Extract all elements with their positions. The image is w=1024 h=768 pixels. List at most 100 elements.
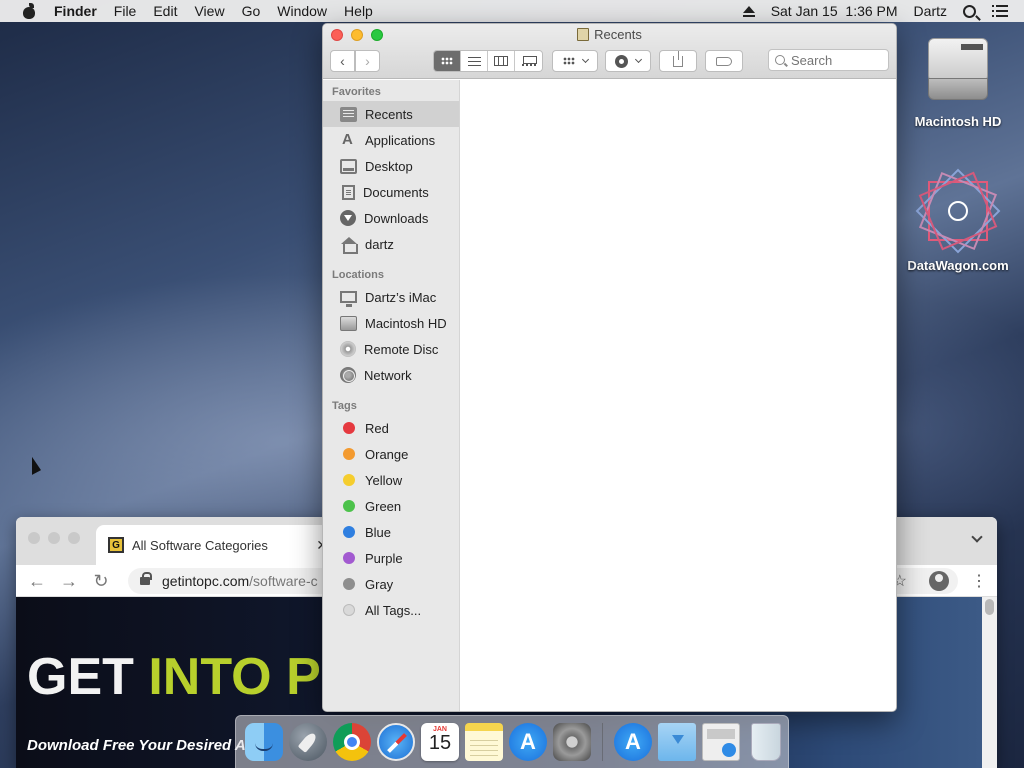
sidebar-item-label: Applications [365, 132, 436, 148]
dock-safari-icon[interactable] [377, 723, 415, 761]
sidebar-item-all-tags[interactable]: All Tags... [323, 597, 459, 623]
dock-chrome-icon[interactable] [333, 723, 371, 761]
scrollbar[interactable] [982, 597, 997, 768]
browser-window-controls [28, 532, 88, 544]
sidebar-item-tag-yellow[interactable]: Yellow [323, 467, 459, 493]
dock-app-store-download-icon[interactable] [614, 723, 652, 761]
menu-file[interactable]: File [114, 3, 137, 19]
reload-icon[interactable]: ↻ [90, 570, 112, 592]
tag-dot-icon [343, 552, 355, 564]
url-path: /software-c [249, 573, 318, 589]
sidebar-section-locations: Locations [332, 269, 384, 281]
home-icon [340, 236, 358, 254]
tag-dot-icon [343, 578, 355, 590]
menu-app-finder[interactable]: Finder [54, 3, 97, 19]
sidebar-item-tag-gray[interactable]: Gray [323, 571, 459, 597]
menu-window[interactable]: Window [277, 3, 327, 19]
gallery-view-button[interactable] [515, 51, 542, 71]
downloads-icon [340, 210, 356, 226]
icon-view-button[interactable] [434, 51, 461, 71]
dock-notes-icon[interactable] [465, 723, 503, 761]
more-menu-icon[interactable]: ⋮ [971, 571, 987, 591]
desktop-icon [340, 158, 357, 174]
menu-bar: Finder File Edit View Go Window Help Sat… [0, 0, 1024, 22]
sidebar-item-label: Remote Disc [364, 341, 439, 357]
dock-documents-stack-icon[interactable] [702, 723, 740, 761]
sidebar-item-tag-red[interactable]: Red [323, 415, 459, 441]
action-button[interactable] [605, 50, 651, 72]
hard-drive-icon [925, 30, 991, 110]
menu-user[interactable]: Dartz [914, 3, 947, 19]
spotlight-icon[interactable] [963, 4, 976, 18]
menu-edit[interactable]: Edit [153, 3, 177, 19]
zoom-icon[interactable] [68, 532, 80, 544]
menu-help[interactable]: Help [344, 3, 373, 19]
sidebar-item-tag-blue[interactable]: Blue [323, 519, 459, 545]
column-view-button[interactable] [488, 51, 515, 71]
dock-calendar-icon[interactable]: JAN 15 [421, 723, 459, 761]
dock-trash-icon[interactable] [751, 723, 781, 761]
sidebar-item-imac[interactable]: Dartz’s iMac [323, 284, 459, 310]
back-arrow-icon[interactable]: ← [26, 570, 48, 592]
sidebar-item-label: Orange [365, 446, 409, 462]
sidebar-item-tag-green[interactable]: Green [323, 493, 459, 519]
back-button[interactable]: ‹ [330, 50, 355, 72]
sidebar-item-applications[interactable]: Applications [323, 127, 459, 153]
grid-icon [562, 57, 575, 65]
list-icon [467, 56, 481, 66]
menu-view[interactable]: View [194, 3, 224, 19]
eject-icon[interactable] [742, 5, 755, 17]
tag-dot-icon [343, 526, 355, 538]
sidebar-item-label: Red [365, 420, 389, 436]
dock-finder-icon[interactable] [245, 723, 283, 761]
sidebar-item-macintosh-hd[interactable]: Macintosh HD [323, 310, 459, 336]
dock-system-preferences-icon[interactable] [553, 723, 591, 761]
desktop-item-macintosh-hd[interactable]: Macintosh HD [898, 30, 1018, 129]
columns-icon [494, 56, 508, 66]
sidebar-item-label: Macintosh HD [365, 315, 447, 331]
browser-tab[interactable]: G All Software Categories ✕ [96, 525, 336, 565]
tab-title: All Software Categories [132, 537, 268, 553]
dock-downloads-folder-icon[interactable] [658, 723, 696, 761]
forward-arrow-icon[interactable]: → [58, 570, 80, 592]
apple-menu-icon[interactable] [20, 3, 40, 19]
sidebar-item-downloads[interactable]: Downloads [323, 205, 459, 231]
star-pattern-icon [915, 168, 1001, 254]
sidebar-item-label: Yellow [365, 472, 403, 488]
list-view-button[interactable] [461, 51, 488, 71]
search-field[interactable] [768, 49, 889, 71]
sidebar-item-tag-purple[interactable]: Purple [323, 545, 459, 571]
sidebar-item-label: dartz [365, 236, 394, 252]
forward-button[interactable]: › [355, 50, 380, 72]
sidebar-item-tag-orange[interactable]: Orange [323, 441, 459, 467]
group-by-button[interactable] [552, 50, 598, 72]
profile-avatar-icon[interactable] [929, 571, 949, 591]
search-input[interactable] [791, 52, 881, 68]
menu-clock[interactable]: Sat Jan 15 1:36 PM [771, 3, 898, 19]
desktop-item-datawagon[interactable]: DataWagon.com [898, 168, 1018, 273]
sidebar-item-desktop[interactable]: Desktop [323, 153, 459, 179]
menu-go[interactable]: Go [242, 3, 261, 19]
chevron-down-icon[interactable] [971, 531, 983, 543]
sidebar-item-label: Dartz’s iMac [365, 289, 437, 305]
share-button[interactable] [659, 50, 697, 72]
sidebar-item-recents[interactable]: Recents [323, 101, 459, 127]
sidebar-item-network[interactable]: Network [323, 362, 459, 388]
dock-launchpad-icon[interactable] [289, 723, 327, 761]
dock-app-store-icon[interactable] [509, 723, 547, 761]
notification-center-icon[interactable] [992, 5, 1008, 17]
minimize-icon[interactable] [48, 532, 60, 544]
sidebar-item-label: Gray [365, 576, 394, 592]
sidebar-item-documents[interactable]: Documents [323, 179, 459, 205]
desktop-item-label: Macintosh HD [914, 114, 1002, 129]
edit-tags-button[interactable] [705, 50, 743, 72]
sidebar-item-remote-disc[interactable]: Remote Disc [323, 336, 459, 362]
finder-content-area[interactable] [461, 80, 896, 711]
sidebar-item-home[interactable]: dartz [323, 231, 459, 257]
close-icon[interactable] [28, 532, 40, 544]
scrollbar-thumb[interactable] [985, 599, 994, 615]
tag-dot-icon [343, 422, 355, 434]
recents-icon [340, 106, 357, 122]
window-title: Recents [323, 27, 896, 42]
applications-icon [340, 131, 357, 148]
